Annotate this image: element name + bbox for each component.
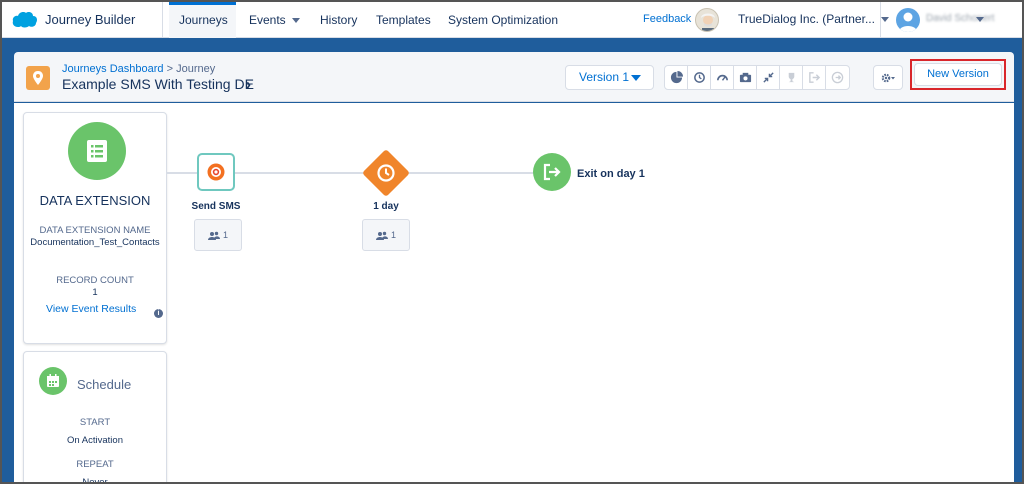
schedule-repeat-value: Never: [82, 477, 108, 484]
settings-menu-button[interactable]: [873, 65, 903, 90]
schedule-repeat-label: REPEAT: [76, 459, 114, 470]
new-version-highlight: New Version: [910, 59, 1006, 90]
nav-divider: [162, 2, 163, 38]
info-icon[interactable]: i: [154, 309, 163, 318]
exit-icon: [543, 163, 561, 181]
tab-label: History: [320, 13, 358, 27]
chevron-down-icon: [291, 18, 300, 24]
schedule-title: Schedule: [77, 377, 132, 392]
chevron-down-icon: [631, 75, 641, 81]
schedule-start-value: On Activation: [67, 435, 123, 446]
version-label: Version 1: [579, 70, 630, 84]
breadcrumb-separator: >: [166, 63, 174, 75]
history-icon[interactable]: [688, 66, 711, 89]
contacts-icon: [207, 231, 220, 240]
tab-history[interactable]: History: [310, 2, 367, 38]
gauge-icon[interactable]: [711, 66, 734, 89]
new-version-button[interactable]: New Version: [914, 63, 1002, 86]
breadcrumb-current: Journey: [176, 63, 216, 75]
data-extension-name-value: Documentation_Test_Contacts: [30, 237, 160, 248]
flow-connector: [397, 172, 537, 174]
nav-divider: [880, 2, 881, 38]
pie-chart-icon[interactable]: [665, 66, 688, 89]
clock-icon: [374, 161, 398, 185]
send-sms-label: Send SMS: [191, 201, 241, 212]
flow-connector: [167, 172, 197, 174]
tab-label: Events: [249, 13, 286, 27]
app-window: Journey Builder Journeys Events History …: [0, 0, 1024, 484]
trophy-icon: [780, 66, 803, 89]
wait-label: 1 day: [373, 201, 399, 212]
exit-icon: [803, 66, 826, 89]
chevron-down-icon: [880, 17, 889, 23]
collapse-icon[interactable]: [757, 66, 780, 89]
tab-label: Journeys: [179, 13, 228, 27]
journey-toolbar: [664, 65, 850, 90]
breadcrumb-link[interactable]: Journeys Dashboard: [62, 63, 164, 75]
user-name[interactable]: David Schonert: [926, 13, 994, 24]
data-extension-card[interactable]: DATA EXTENSION DATA EXTENSION NAME Docum…: [23, 112, 167, 344]
journey-header: Journeys Dashboard > Journey Example SMS…: [14, 52, 1014, 102]
user-avatar[interactable]: [896, 8, 920, 32]
tab-system-optimization[interactable]: System Optimization: [438, 2, 568, 38]
tab-templates[interactable]: Templates: [366, 2, 441, 38]
view-event-results-link[interactable]: View Event Results: [46, 303, 136, 315]
data-extension-icon: [68, 122, 126, 180]
schedule-start-label: START: [79, 417, 111, 428]
journey-canvas: DATA EXTENSION DATA EXTENSION NAME Docum…: [14, 103, 1014, 484]
org-switcher[interactable]: TrueDialog Inc. (Partner...: [738, 12, 889, 26]
send-sms-count[interactable]: 1: [194, 219, 242, 251]
version-dropdown[interactable]: Version 1: [565, 65, 654, 90]
exit-node[interactable]: [533, 153, 571, 191]
calendar-icon: [39, 367, 67, 395]
record-count-label: RECORD COUNT: [56, 275, 134, 286]
chevron-right-icon[interactable]: ›: [246, 76, 251, 93]
count-value: 1: [222, 230, 228, 240]
wait-count[interactable]: 1: [362, 219, 410, 251]
schedule-card[interactable]: Schedule START On Activation REPEAT Neve…: [23, 351, 167, 484]
tab-journeys[interactable]: Journeys: [169, 2, 236, 38]
top-navigation: Journey Builder Journeys Events History …: [2, 2, 1022, 38]
org-name: TrueDialog Inc. (Partner...: [738, 12, 875, 26]
count-value: 1: [390, 230, 396, 240]
record-count-value: 1: [92, 287, 98, 298]
feedback-link[interactable]: Feedback: [643, 13, 691, 25]
data-extension-title: DATA EXTENSION: [39, 193, 151, 208]
sms-icon: [207, 163, 225, 181]
send-sms-activity[interactable]: [197, 153, 235, 191]
einstein-icon: [701, 13, 715, 31]
gear-icon: [881, 73, 895, 82]
tab-events[interactable]: Events: [239, 2, 310, 38]
contacts-icon: [375, 231, 388, 240]
camera-icon[interactable]: [734, 66, 757, 89]
location-pin-icon: [26, 66, 50, 90]
user-icon: [899, 12, 917, 32]
chevron-down-icon[interactable]: [976, 17, 984, 22]
einstein-avatar[interactable]: [695, 8, 719, 32]
tab-label: System Optimization: [448, 13, 559, 27]
salesforce-cloud-icon: [12, 12, 37, 28]
breadcrumb: Journeys Dashboard > Journey: [62, 63, 215, 75]
exit-alt-icon: [826, 66, 849, 89]
flow-connector: [235, 172, 375, 174]
app-title: Journey Builder: [45, 12, 136, 27]
data-extension-name-label: DATA EXTENSION NAME: [39, 225, 151, 236]
journey-name: Example SMS With Testing DE: [62, 76, 254, 92]
exit-label: Exit on day 1: [577, 168, 645, 180]
tab-label: Templates: [376, 13, 431, 27]
